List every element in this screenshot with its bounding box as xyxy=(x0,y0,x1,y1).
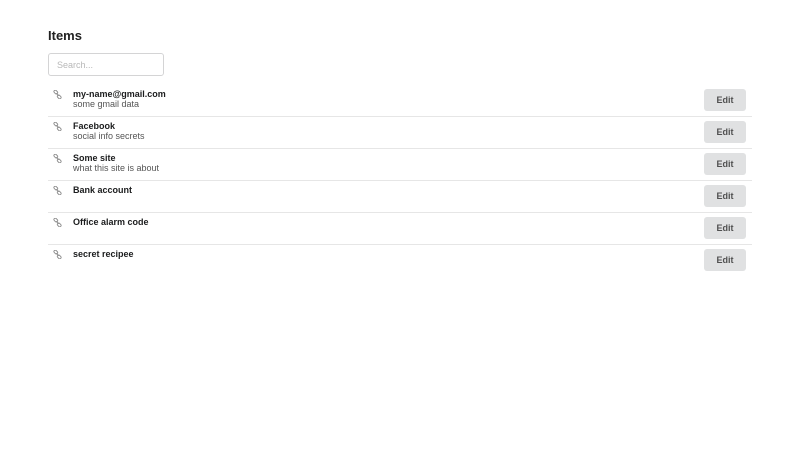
list-item: Some site what this site is about Edit xyxy=(48,149,752,181)
item-description: social info secrets xyxy=(73,131,145,141)
item-name: my-name@gmail.com xyxy=(73,89,166,99)
edit-button[interactable]: Edit xyxy=(704,153,746,175)
items-list: my-name@gmail.com some gmail data Edit F… xyxy=(48,85,752,276)
link-icon xyxy=(53,218,62,227)
link-icon xyxy=(53,122,62,131)
edit-button[interactable]: Edit xyxy=(704,121,746,143)
link-icon xyxy=(53,154,62,163)
page-title: Items xyxy=(48,28,82,43)
list-item: Bank account Edit xyxy=(48,181,752,213)
item-name: Bank account xyxy=(73,185,133,195)
list-item: Facebook social info secrets Edit xyxy=(48,117,752,149)
link-icon xyxy=(53,186,62,195)
list-item: secret recipee Edit xyxy=(48,245,752,276)
item-name: Some site xyxy=(73,153,116,163)
edit-button[interactable]: Edit xyxy=(704,185,746,207)
edit-button[interactable]: Edit xyxy=(704,89,746,111)
item-name: secret recipee xyxy=(73,249,134,259)
list-item: Office alarm code Edit xyxy=(48,213,752,245)
link-icon xyxy=(53,90,62,99)
edit-button[interactable]: Edit xyxy=(704,217,746,239)
list-item: my-name@gmail.com some gmail data Edit xyxy=(48,85,752,117)
search-input[interactable] xyxy=(48,53,164,76)
link-icon xyxy=(53,250,62,259)
item-description: what this site is about xyxy=(73,163,160,173)
item-name: Facebook xyxy=(73,121,116,131)
item-description: some gmail data xyxy=(73,99,140,109)
items-page: Items my-name@gmail.com some gmail data … xyxy=(0,0,800,450)
edit-button[interactable]: Edit xyxy=(704,249,746,271)
item-name: Office alarm code xyxy=(73,217,149,227)
